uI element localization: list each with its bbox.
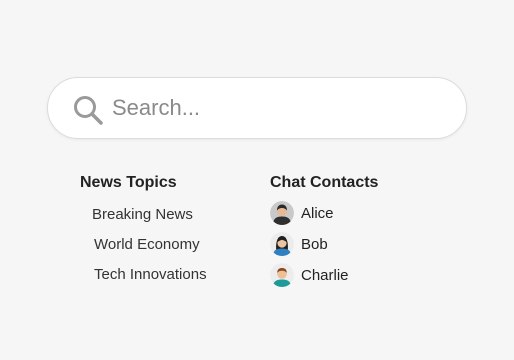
news-topic-world-economy[interactable]: World Economy xyxy=(94,236,200,253)
news-topic-breaking-news[interactable]: Breaking News xyxy=(92,206,193,223)
chat-contacts-title: Chat Contacts xyxy=(270,174,379,191)
news-topic-tech-innovations[interactable]: Tech Innovations xyxy=(94,266,207,283)
contact-bob[interactable]: Bob xyxy=(270,232,328,256)
avatar-dark-hair-icon xyxy=(270,201,294,225)
avatar-teal-shirt-icon xyxy=(270,263,294,287)
search-bar[interactable] xyxy=(47,77,467,139)
contact-name: Alice xyxy=(301,204,334,222)
contact-name: Bob xyxy=(301,235,328,253)
search-input[interactable] xyxy=(112,89,442,127)
contact-name: Charlie xyxy=(301,266,349,284)
avatar-long-hair-icon xyxy=(270,232,294,256)
news-topics-title: News Topics xyxy=(80,174,177,191)
contact-alice[interactable]: Alice xyxy=(270,201,334,225)
search-icon[interactable] xyxy=(72,94,104,126)
contact-charlie[interactable]: Charlie xyxy=(270,263,349,287)
